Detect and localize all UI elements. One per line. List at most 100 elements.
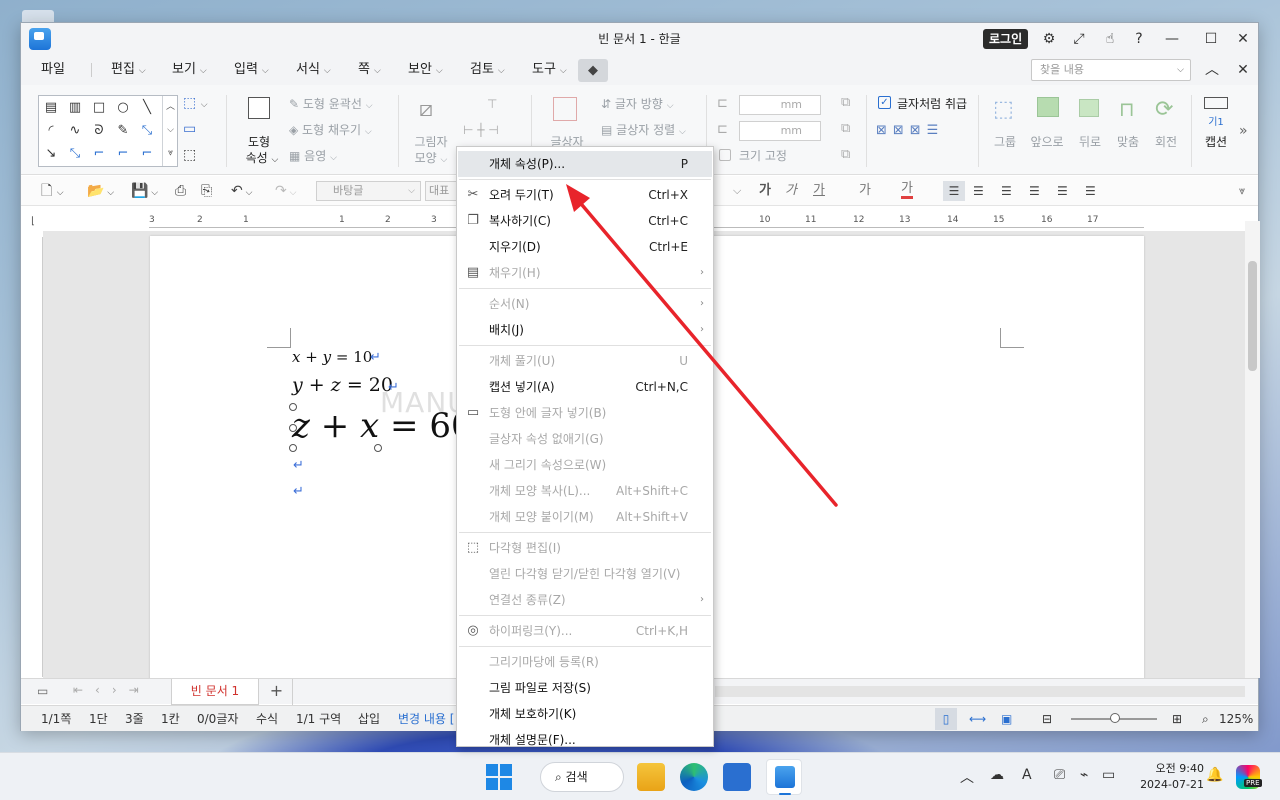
bring-front-button[interactable]: 앞으로 bbox=[1027, 133, 1067, 150]
selection-handle[interactable] bbox=[374, 444, 382, 452]
font-language-select[interactable]: 대표 bbox=[425, 181, 457, 201]
status-page[interactable]: 1/1쪽 bbox=[41, 706, 71, 732]
shape-fill-button[interactable]: ◈ 도형 채우기 ⌵ bbox=[289, 121, 372, 138]
taskbar-search[interactable]: ⌕ 검색 bbox=[540, 762, 624, 792]
picture-shape-label-2[interactable]: 모양 ⌵ bbox=[409, 149, 453, 166]
new-doc-icon[interactable]: 🗋 ⌵ bbox=[41, 181, 64, 201]
undo-icon[interactable]: ↶ ⌵ bbox=[231, 181, 252, 201]
zoom-slider-thumb[interactable] bbox=[1110, 713, 1120, 723]
minimize-icon[interactable]: — bbox=[1161, 29, 1183, 49]
close-doc-icon[interactable]: ✕ bbox=[1232, 60, 1254, 80]
scroll-thumb[interactable] bbox=[1248, 261, 1257, 371]
bold-button[interactable]: 가 bbox=[759, 181, 771, 201]
status-insert[interactable]: 삽입 bbox=[358, 706, 380, 732]
align-shapes-button[interactable]: 맞춤 bbox=[1111, 133, 1145, 150]
redo-icon[interactable]: ↷ ⌵ bbox=[275, 181, 296, 201]
add-tab-button[interactable]: + bbox=[261, 679, 293, 705]
italic-button[interactable]: 가 bbox=[785, 181, 797, 201]
context-menu-item-0[interactable]: 개체 속성(P)... P bbox=[458, 151, 712, 177]
gallery-scroll[interactable]: ︿ ⌵ ⩔ bbox=[162, 96, 178, 166]
context-menu-item-22[interactable]: ◎ 하이퍼링크(Y)... Ctrl+K,H bbox=[458, 618, 712, 644]
context-menu-item-4[interactable]: 지우기(D) Ctrl+E bbox=[458, 234, 712, 260]
menu-view[interactable]: 보기 ⌵ bbox=[172, 55, 207, 85]
caption-button[interactable]: 캡션 bbox=[1199, 133, 1233, 150]
status-column[interactable]: 1단 bbox=[89, 706, 108, 732]
elbow-connector-2-icon[interactable]: ⌐ bbox=[113, 144, 133, 164]
align-divide-icon[interactable]: ☰ bbox=[1085, 181, 1096, 201]
status-mode[interactable]: 수식 bbox=[256, 706, 278, 732]
maximize-icon[interactable]: ☐ bbox=[1200, 29, 1222, 49]
menu-security[interactable]: 보안 ⌵ bbox=[408, 55, 443, 85]
touch-hand-icon[interactable]: ☝ bbox=[1099, 29, 1121, 49]
close-icon[interactable]: ✕ bbox=[1232, 29, 1254, 49]
textbox-shape-icon[interactable]: ▤ bbox=[41, 98, 61, 118]
context-menu-item-5[interactable]: ▤ 채우기(H) › bbox=[458, 260, 712, 286]
align-left-text-icon[interactable]: ☰ bbox=[973, 181, 984, 201]
font-color-button[interactable]: 가 bbox=[901, 181, 913, 199]
rectangle-shape-icon[interactable]: □ bbox=[89, 98, 109, 118]
font-size-stepper[interactable]: ⌵ bbox=[733, 181, 741, 201]
align-right-icon[interactable]: ☰ bbox=[1029, 181, 1040, 201]
horizontal-scrollbar[interactable] bbox=[715, 686, 1245, 697]
status-section[interactable]: 1/1 구역 bbox=[296, 706, 341, 732]
size-option-icon[interactable]: ⧉ bbox=[841, 95, 850, 110]
view-width-icon[interactable]: ⟷ bbox=[969, 706, 986, 732]
view-fit-icon[interactable]: ▣ bbox=[1001, 706, 1012, 732]
context-menu-item-2[interactable]: ✂ 오려 두기(T) Ctrl+X bbox=[458, 182, 712, 208]
arrow-line-icon[interactable]: ↘ bbox=[41, 144, 61, 164]
picture-shape-label[interactable]: 그림자 bbox=[409, 133, 453, 150]
print-icon[interactable]: ⎙ bbox=[175, 181, 186, 201]
pen-shape-icon[interactable]: ✎ bbox=[113, 121, 133, 141]
context-menu-item-20[interactable]: 연결선 종류(Z) › bbox=[458, 587, 712, 613]
menu-review[interactable]: 검토 ⌵ bbox=[470, 55, 505, 85]
equation-3-selected[interactable]: z + x = 60 bbox=[292, 406, 473, 446]
context-menu-item-24[interactable]: 그리기마당에 등록(R) bbox=[458, 649, 712, 675]
vertical-scrollbar[interactable] bbox=[1245, 221, 1260, 678]
context-menu-item-18[interactable]: ⬚ 다각형 편집(I) bbox=[458, 535, 712, 561]
tab-nav-arrows-icon[interactable]: ⇤‹›⇥ bbox=[73, 683, 151, 697]
battery-icon[interactable]: ▭ bbox=[1102, 767, 1115, 783]
shape-properties-label[interactable]: 도형 bbox=[239, 133, 279, 150]
settings-gear-icon[interactable]: ⚙ bbox=[1038, 29, 1060, 49]
treat-as-char-checkbox[interactable]: ✓ bbox=[878, 96, 891, 109]
textbox-align-button[interactable]: ▤ 글상자 정렬 ⌵ bbox=[601, 121, 686, 138]
context-menu-item-27[interactable]: 개체 설명문(F)... bbox=[458, 727, 712, 753]
print-preview-icon[interactable]: ⎘ bbox=[201, 181, 212, 201]
notification-bell-icon[interactable]: 🔔 bbox=[1206, 767, 1223, 783]
arc-shape-icon[interactable]: ◜ bbox=[41, 121, 61, 141]
vertical-textbox-icon[interactable]: ▥ bbox=[65, 98, 85, 118]
copilot-icon[interactable]: PRE bbox=[1236, 765, 1262, 789]
wrap-options-icon[interactable]: ⊠⊠⊠☰ bbox=[876, 123, 944, 138]
context-menu-item-19[interactable]: 열린 다각형 닫기/닫힌 다각형 열기(V) bbox=[458, 561, 712, 587]
menu-page[interactable]: 쪽 ⌵ bbox=[358, 55, 381, 85]
rotate-button[interactable]: 회전 bbox=[1149, 133, 1183, 150]
context-menu-item-11[interactable]: 캡션 넣기(A) Ctrl+N,C bbox=[458, 374, 712, 400]
line-shape-icon[interactable]: ╲ bbox=[137, 98, 157, 118]
selection-handle[interactable] bbox=[289, 444, 297, 452]
elbow-connector-icon[interactable]: ⌐ bbox=[89, 144, 109, 164]
menu-insert[interactable]: 입력 ⌵ bbox=[234, 55, 269, 85]
align-center-icon[interactable]: ☰ bbox=[1001, 181, 1012, 201]
context-menu-item-7[interactable]: 순서(N) › bbox=[458, 291, 712, 317]
shape-outline-button[interactable]: ✎ 도형 윤곽선 ⌵ bbox=[289, 95, 373, 112]
search-input[interactable]: 찾을 내용 ⌵ bbox=[1031, 59, 1191, 81]
ruler-corner-icon[interactable]: ⌊ bbox=[31, 216, 41, 227]
textbox-insert-icon[interactable]: ▭ bbox=[183, 121, 196, 137]
height-input[interactable]: mm bbox=[739, 121, 821, 141]
selection-handle[interactable] bbox=[289, 424, 297, 432]
align-top-icon[interactable]: ⊤ bbox=[487, 97, 497, 111]
zoom-search-icon[interactable]: ⌕ bbox=[1202, 706, 1209, 732]
shape-gallery[interactable]: ▤ ▥ □ ○ ╲ ◜ ∿ ᘐ ✎ ⤡ ↘ ⤡ ⌐ ⌐ ⌐ ︿ ⌵ ⩔ bbox=[38, 95, 178, 167]
context-menu-item-26[interactable]: 개체 보호하기(K) bbox=[458, 701, 712, 727]
tray-chevron-icon[interactable]: ︿ bbox=[960, 767, 974, 787]
zoom-in-icon[interactable]: ⊞ bbox=[1172, 706, 1182, 732]
align-justify-icon[interactable]: ☰ bbox=[943, 181, 965, 201]
cloud-offline-icon[interactable]: ☁ bbox=[990, 767, 1004, 783]
selection-handle[interactable] bbox=[289, 403, 297, 411]
align-left-icon[interactable]: ⊢ ┼ ⊣ bbox=[463, 123, 499, 137]
collapse-ribbon-icon[interactable]: ︿ bbox=[1201, 60, 1223, 80]
help-icon[interactable]: ? bbox=[1128, 29, 1150, 49]
width-input[interactable]: mm bbox=[739, 95, 821, 115]
zoom-out-icon[interactable]: ⊟ bbox=[1042, 706, 1052, 732]
open-folder-icon[interactable]: 📂 ⌵ bbox=[87, 181, 114, 201]
